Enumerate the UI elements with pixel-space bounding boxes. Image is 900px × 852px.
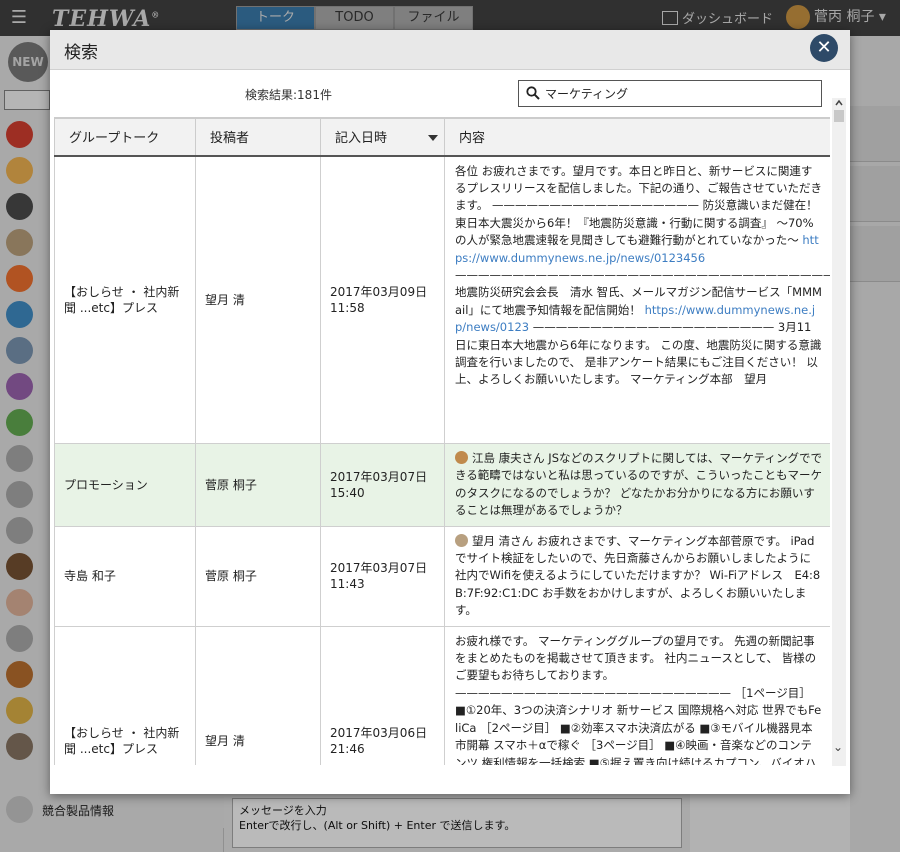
- cell-author: 菅原 桐子: [195, 443, 321, 527]
- search-modal: 検索 ✕ 検索結果:181件 グループトーク 投稿者 記入日時 内容 【おしらせ: [50, 30, 850, 794]
- modal-header: 検索 ✕: [50, 30, 850, 70]
- cell-group: プロモーション: [54, 443, 196, 527]
- column-header-author[interactable]: 投稿者: [195, 118, 321, 157]
- cell-group: 【おしらせ ・ 社内新聞 ...etc】プレス: [54, 625, 196, 765]
- cell-content: 望月 清さん お疲れさまです、マーケティング本部菅原です。 iPadでサイト検証…: [444, 525, 830, 627]
- cell-date: 2017年03月07日 15:40: [320, 443, 445, 527]
- cell-author: 菅原 桐子: [195, 525, 321, 627]
- cell-date: 2017年03月07日 11:43: [320, 525, 445, 627]
- cell-author: 望月 清: [195, 625, 321, 765]
- avatar: [455, 451, 468, 464]
- search-input[interactable]: [545, 84, 815, 103]
- cell-author: 望月 清: [195, 155, 321, 444]
- chevron-down-icon[interactable]: ⌄: [833, 740, 843, 754]
- cell-group: 【おしらせ ・ 社内新聞 ...etc】プレス: [54, 155, 196, 444]
- result-count: 検索結果:181件: [245, 88, 332, 102]
- sort-desc-icon[interactable]: [428, 135, 438, 141]
- column-header-content[interactable]: 内容: [444, 118, 830, 157]
- avatar: [455, 533, 468, 547]
- table-row[interactable]: プロモーション 菅原 桐子 2017年03月07日 15:40 江島 康夫さん …: [54, 443, 830, 527]
- cell-content: 江島 康夫さん JSなどのスクリプトに関しては、マーケティングでできる範疇ではな…: [444, 443, 830, 527]
- cell-content: 各位 お疲れさまです。望月です。本日と昨日と、新サービスに関連するプレスリリース…: [444, 155, 830, 444]
- table-row[interactable]: 寺島 和子 菅原 桐子 2017年03月07日 11:43 望月 清さん お疲れ…: [54, 525, 830, 627]
- scrollbar[interactable]: ⌄: [832, 98, 846, 766]
- search-field[interactable]: [518, 80, 822, 107]
- cell-date: 2017年03月06日 21:46: [320, 625, 445, 765]
- cell-group: 寺島 和子: [54, 525, 196, 627]
- table-row[interactable]: 【おしらせ ・ 社内新聞 ...etc】プレス 望月 清 2017年03月06日…: [54, 625, 830, 765]
- table-row[interactable]: 【おしらせ ・ 社内新聞 ...etc】プレス 望月 清 2017年03月09日…: [54, 155, 830, 444]
- close-icon[interactable]: ✕: [810, 34, 838, 62]
- search-icon: [526, 86, 540, 100]
- cell-content: お疲れ様です。 マーケティンググループの望月です。 先週の新聞記事をまとめたもの…: [444, 625, 830, 765]
- column-header-date[interactable]: 記入日時: [320, 118, 445, 157]
- scroll-thumb[interactable]: [834, 110, 844, 122]
- results-table: グループトーク 投稿者 記入日時 内容 【おしらせ ・ 社内新聞 ...etc】…: [54, 117, 830, 765]
- cell-date: 2017年03月09日 11:58: [320, 155, 445, 444]
- column-header-group[interactable]: グループトーク: [54, 118, 196, 157]
- modal-title: 検索: [64, 43, 98, 63]
- scroll-up-icon[interactable]: [835, 98, 843, 108]
